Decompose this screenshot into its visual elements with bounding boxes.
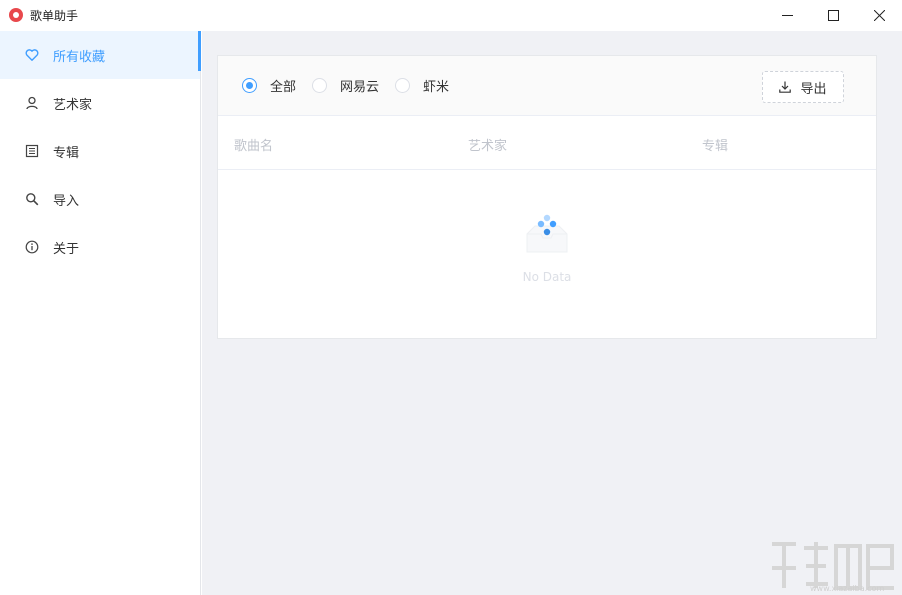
table-header: 歌曲名 艺术家 专辑 (218, 116, 876, 170)
minimize-icon (781, 14, 793, 16)
heart-icon (25, 48, 39, 62)
sidebar-item-about[interactable]: 关于 (0, 223, 200, 271)
export-button[interactable]: 导出 (762, 71, 844, 103)
radio-indicator (312, 78, 328, 93)
app-logo-icon (9, 8, 23, 22)
radio-indicator (395, 78, 411, 93)
filter-toolbar: 全部 网易云 虾米 导出 (218, 56, 876, 116)
column-header-album[interactable]: 专辑 (702, 135, 728, 154)
sidebar-item-label: 所有收藏 (53, 49, 106, 65)
info-icon (25, 240, 39, 254)
filter-radio-all[interactable]: 全部 (242, 76, 296, 95)
sidebar-item-import[interactable]: 导入 (0, 175, 200, 223)
sidebar-item-label: 专辑 (53, 145, 80, 161)
radio-label: 全部 (270, 80, 297, 95)
maximize-button[interactable] (810, 0, 856, 30)
main-content: 全部 网易云 虾米 导出 歌曲名 艺术家 专辑 No Data (202, 31, 902, 595)
sidebar: 所有收藏 艺术家 专辑 导入 关于 (0, 31, 201, 595)
search-icon (25, 192, 39, 206)
sidebar-item-label: 关于 (53, 241, 80, 257)
radio-label: 网易云 (340, 80, 380, 95)
user-icon (25, 96, 39, 110)
maximize-icon (827, 9, 839, 21)
watermark-url: www.xiazaiba.com (810, 584, 885, 593)
sidebar-item-label: 导入 (53, 193, 80, 209)
filter-radio-xiami[interactable]: 虾米 (395, 76, 449, 95)
close-icon (873, 9, 885, 21)
download-icon (779, 81, 792, 93)
sidebar-item-label: 艺术家 (53, 97, 93, 113)
title-bar: 歌单助手 (0, 0, 902, 30)
favorites-panel: 全部 网易云 虾米 导出 歌曲名 艺术家 专辑 No Data (217, 55, 877, 339)
sidebar-item-artists[interactable]: 艺术家 (0, 79, 200, 127)
column-header-artist[interactable]: 艺术家 (468, 135, 507, 154)
radio-label: 虾米 (423, 80, 450, 95)
column-header-song[interactable]: 歌曲名 (234, 135, 273, 154)
filter-radio-netease[interactable]: 网易云 (312, 76, 379, 95)
album-icon (25, 144, 39, 158)
export-label: 导出 (800, 81, 827, 97)
close-button[interactable] (856, 0, 902, 30)
minimize-button[interactable] (764, 0, 810, 30)
sidebar-item-favorites[interactable]: 所有收藏 (0, 31, 201, 79)
empty-state: No Data (218, 170, 876, 338)
radio-indicator (242, 78, 257, 93)
empty-box-icon (526, 214, 568, 253)
window-title: 歌单助手 (30, 8, 79, 23)
sidebar-item-albums[interactable]: 专辑 (0, 127, 200, 175)
empty-text: No Data (522, 270, 572, 284)
window-controls (764, 0, 902, 30)
